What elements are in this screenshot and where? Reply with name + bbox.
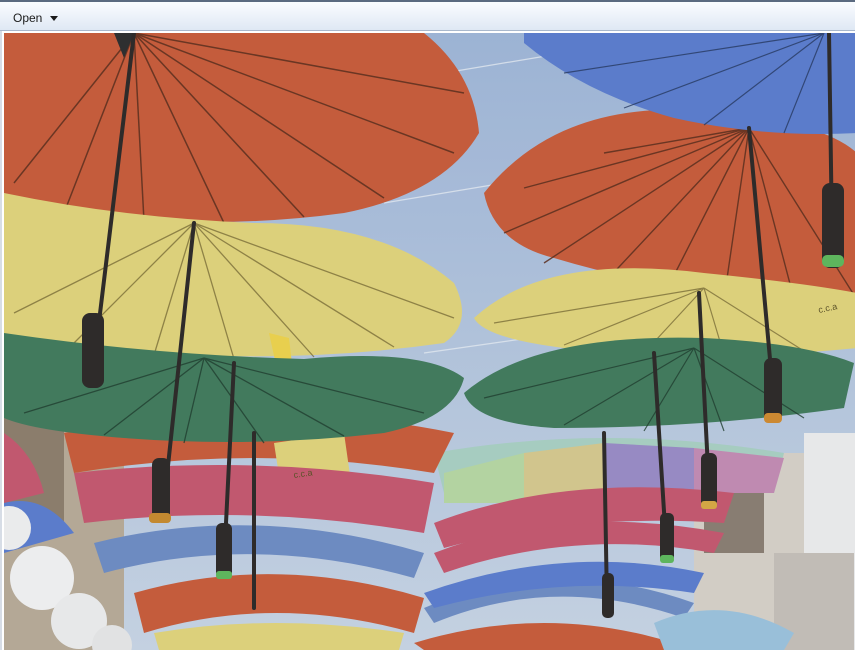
- open-menu-button[interactable]: Open: [6, 6, 65, 29]
- umbrella-photo: c.c.a c.c.a: [4, 33, 855, 650]
- image-canvas: c.c.a c.c.a: [0, 31, 855, 650]
- chevron-down-icon: [50, 15, 59, 21]
- image-viewer-window: Open c.c.a c.c.a: [0, 0, 855, 650]
- photo-tone-overlay: [4, 33, 855, 650]
- open-menu-label: Open: [13, 10, 43, 25]
- toolbar: Open: [0, 2, 855, 31]
